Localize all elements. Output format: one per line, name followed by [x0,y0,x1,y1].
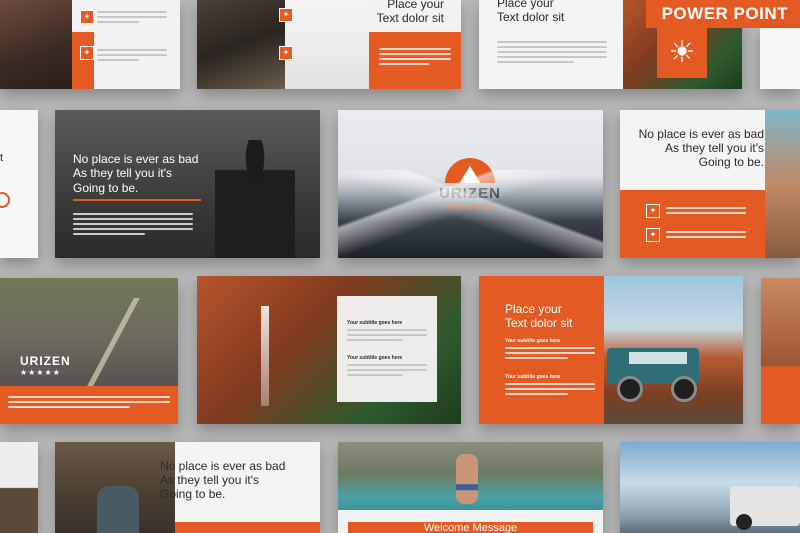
title-line: As they tell you it's [160,472,259,487]
title-line: Going to be. [698,154,764,169]
title-line: Text dolor sit [376,10,444,25]
title-line: As they tell you it's [665,140,764,155]
slide-r1-c2[interactable]: ✦ ✦ Place your Text dolor sit [197,0,461,89]
slide-title-fragment: t [0,152,4,164]
waterfall [261,306,269,406]
slide-photo-strip [285,0,369,89]
vehicle-wheel [736,514,752,530]
slide-r4-c4[interactable] [620,442,800,533]
slide-r3-c3[interactable]: Place your Text dolor sit Your subtitle … [479,276,743,424]
text-block [505,380,595,398]
swimmer [456,454,478,504]
slide-title: Place your Text dolor sit [497,0,564,25]
slide-photo [765,110,800,258]
accent-underline [73,199,201,201]
orange-panel [0,386,178,424]
slide-r4-c1[interactable] [0,442,38,533]
text-block [497,38,607,66]
slide-title: No place is ever as bad As they tell you… [73,152,198,195]
snow-peaks [338,170,603,258]
orange-panel [369,32,461,89]
orange-panel: ✦ ✦ [620,190,765,258]
jeep-window [629,352,687,364]
subtitle-label: Your subtitle goes here [347,355,403,361]
slide-photo [0,0,72,89]
sun-icon: ☀ [657,28,707,78]
title-line: As they tell you it's [73,166,172,181]
square-icon: ✦ [646,204,660,218]
slide-r2-c4[interactable]: No place is ever as bad As they tell you… [620,110,800,258]
backpack [97,486,139,533]
square-icon: ✦ [279,8,293,22]
slide-photo [197,0,285,89]
slide-r2-c2[interactable]: No place is ever as bad As they tell you… [55,110,320,258]
silhouette [215,140,295,258]
slide-title: No place is ever as bad As they tell you… [160,459,286,501]
square-icon: ✦ [279,46,293,60]
text-block [505,344,595,362]
slide-title: Place your Text dolor sit [372,0,444,26]
circle-icon [0,192,10,208]
title-line: Text dolor sit [505,316,573,331]
text-block [73,210,193,238]
footer-title: Welcome Message [423,522,518,533]
title-line: Place your [505,302,562,316]
subtitle-label: Your subtitle goes here [347,320,403,326]
orange-panel [175,522,320,533]
slide-r3-c4[interactable] [761,278,800,424]
slide-r2-c3[interactable]: URIZEN ★★★★★ [338,110,603,258]
rating-stars: ★★★★★ [20,368,61,377]
title-line: No place is ever as bad [73,152,199,166]
slide-r4-c3[interactable]: Welcome Message [338,442,603,533]
orange-panel [72,32,94,89]
road-line [86,298,140,388]
square-icon: ✦ [646,228,660,242]
slide-title: No place is ever as bad As they tell you… [624,127,764,169]
text-block [97,46,167,64]
title-line: Going to be. [73,180,139,195]
content-card: Your subtitle goes here Your subtitle go… [337,296,437,402]
title-line: Text dolor sit [497,9,565,24]
title-line: No place is ever as bad [160,459,286,473]
jeep-wheel [617,376,643,402]
slide-r2-c1[interactable]: t [0,110,38,258]
title-line: Going to be. [160,486,226,501]
title-line: No place is ever as bad [638,127,764,141]
square-icon: ✦ [80,10,94,24]
slide-r3-c2[interactable]: Your subtitle goes here Your subtitle go… [197,276,461,424]
slide-r3-c1[interactable]: URIZEN ★★★★★ [0,278,178,424]
jeep-wheel [671,376,697,402]
slide-title: Place your Text dolor sit [505,302,572,331]
slide-r1-c1[interactable]: ✦ ✦ [0,0,180,89]
text-block [97,8,167,26]
slide-r4-c2[interactable]: No place is ever as bad As they tell you… [55,442,320,533]
square-icon: ✦ [80,46,94,60]
brand-name: URIZEN [20,354,71,368]
slide-r1-c4[interactable] [760,28,800,89]
power-point-badge: POWER POINT [645,0,800,28]
